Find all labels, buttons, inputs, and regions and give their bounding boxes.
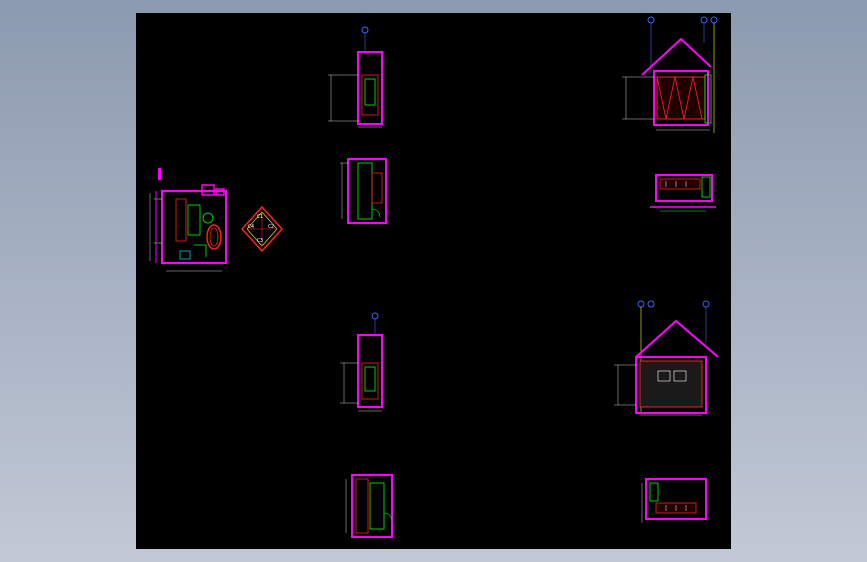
- plan-detail-d[interactable]: [641, 478, 707, 523]
- plan-detail-c[interactable]: [345, 474, 393, 538]
- cad-model-space[interactable]: C1 C2 C3 C4: [136, 13, 731, 549]
- key-plan-label-3: C3: [257, 238, 263, 244]
- elevation-vanity-a[interactable]: [328, 26, 383, 128]
- plan-detail-a[interactable]: [340, 158, 387, 224]
- section-gable-a[interactable]: [622, 16, 718, 133]
- key-plan-label-1: C1: [257, 214, 263, 220]
- section-gable-b[interactable]: [614, 300, 719, 416]
- plan-detail-b[interactable]: [650, 174, 716, 212]
- key-plan-label-2: C2: [268, 224, 274, 230]
- floor-plan-master-bath[interactable]: [149, 168, 227, 272]
- cad-drawing: C1 C2 C3 C4: [149, 16, 719, 538]
- key-plan-marker[interactable]: C1 C2 C3 C4: [240, 205, 284, 253]
- key-plan-label-4: C4: [248, 224, 254, 230]
- elevation-vanity-b[interactable]: [340, 312, 383, 412]
